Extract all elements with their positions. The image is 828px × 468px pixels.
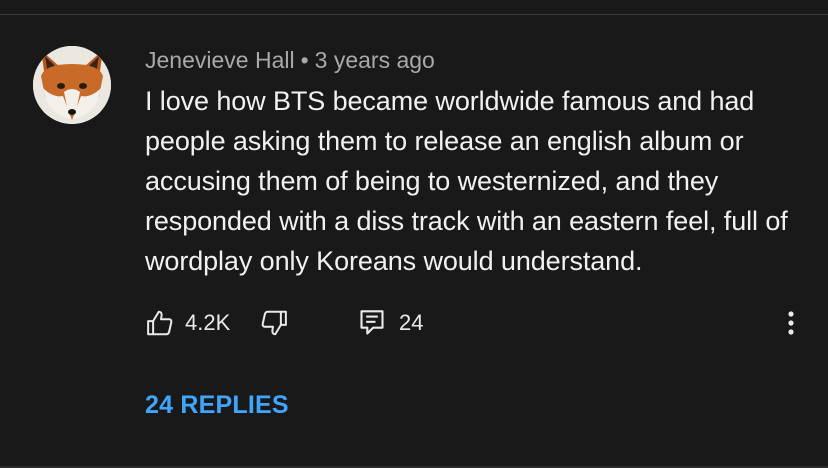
view-replies-button[interactable]: 24 REPLIES (145, 391, 289, 420)
author-name[interactable]: Jenevieve Hall (145, 47, 295, 73)
comment-card: Jenevieve Hall • 3 years ago I love how BT… (0, 0, 828, 468)
top-divider (0, 14, 828, 15)
like-button[interactable]: 4.2K (145, 306, 230, 340)
reply-button[interactable]: 24 (359, 306, 423, 340)
like-count: 4.2K (185, 310, 231, 335)
author-avatar[interactable] (33, 46, 111, 124)
comment-timestamp[interactable]: 3 years ago (315, 47, 435, 73)
comment-meta: Jenevieve Hall • 3 years ago (145, 45, 435, 75)
fox-avatar-icon (33, 46, 111, 124)
thumbs-up-icon (147, 310, 173, 336)
reply-count: 24 (399, 310, 424, 335)
comment-icon (360, 310, 384, 335)
comment-actions: 4.2K 24 (145, 306, 805, 340)
thumbs-down-icon (261, 310, 287, 336)
comment-body: I love how BTS became worldwide famous a… (145, 86, 788, 276)
dislike-button[interactable] (259, 306, 289, 340)
vertical-dots-icon (788, 311, 794, 335)
meta-separator: • (300, 47, 309, 73)
more-options-button[interactable] (779, 306, 803, 340)
